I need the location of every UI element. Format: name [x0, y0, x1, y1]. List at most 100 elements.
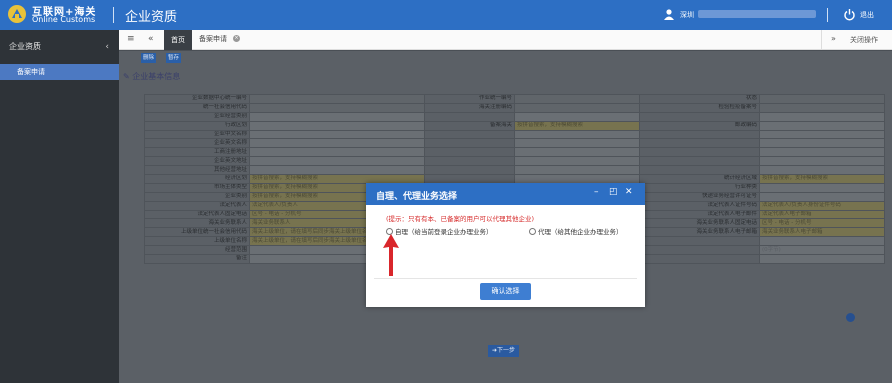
radio-icon[interactable] [529, 228, 536, 235]
field-label: 海关注册编码 [424, 102, 515, 113]
modal-header: 自理、代理业务选择 – ◰ ✕ [366, 183, 645, 205]
tab-close-icon[interactable]: × [233, 35, 240, 42]
field-input[interactable]: 区号 - 电话 - 分机号 [759, 218, 885, 229]
tab-home[interactable]: 首页 [164, 30, 192, 50]
field-input[interactable]: 法定代表人电子邮箱 [759, 209, 885, 220]
field-label: 经济区划 [144, 174, 250, 184]
field-label: 其他经营地址 [144, 165, 250, 176]
field-input[interactable] [514, 156, 640, 167]
field-input[interactable]: 按拼音搜索，支持模糊搜索 [514, 120, 640, 131]
edit-icon: ✎ [123, 72, 130, 81]
field-label [424, 111, 515, 122]
field-input[interactable] [759, 165, 885, 176]
tab-filing[interactable]: 备案申请 [199, 34, 227, 44]
field-input[interactable] [249, 138, 425, 149]
user-name[interactable]: 深圳 [680, 10, 694, 20]
field-input[interactable] [249, 94, 425, 104]
delete-button[interactable]: 删除 [141, 53, 157, 63]
field-label: 作业统一编号 [424, 94, 515, 104]
field-input[interactable] [249, 120, 425, 131]
field-input[interactable] [759, 156, 885, 167]
backward-icon[interactable]: « [148, 34, 154, 44]
modal-tip: (提示：只有有本、已备案的用户可以代理其他企业) [386, 215, 535, 223]
field-input[interactable] [759, 138, 885, 149]
field-label: 市场主体类型 [144, 182, 250, 193]
add-circle-icon[interactable] [846, 313, 855, 322]
customs-emblem-icon [8, 5, 26, 23]
power-icon[interactable] [843, 8, 856, 21]
field-label: 统计经济区域 [639, 174, 760, 184]
field-label [639, 111, 760, 122]
field-label: 海关业务联系人电子邮箱 [639, 227, 760, 238]
field-input[interactable] [514, 102, 640, 113]
field-input[interactable]: 海关业务联系人电子邮箱 [759, 227, 885, 238]
field-input[interactable] [514, 129, 640, 140]
app-title: 企业资质 [125, 10, 178, 25]
field-label: 检验检疫备案号 [639, 102, 760, 113]
tab-divider [821, 30, 822, 50]
modal-title: 自理、代理业务选择 [376, 192, 458, 202]
form-row: 企业经营类别 [144, 111, 885, 122]
field-input[interactable] [249, 129, 425, 140]
maximize-icon[interactable]: ◰ [609, 187, 618, 197]
field-input[interactable] [759, 147, 885, 158]
close-operations-menu[interactable]: 关闭操作 [850, 35, 878, 45]
field-label [639, 129, 760, 140]
field-label [639, 156, 760, 167]
field-input[interactable] [759, 236, 885, 247]
field-label: 工商注册地址 [144, 147, 250, 158]
field-label: 企业类别 [144, 191, 250, 202]
field-label [424, 165, 515, 176]
field-input[interactable]: 法定代表人/负责人身份证件号码 [759, 200, 885, 211]
field-input[interactable]: (0字节) [759, 245, 885, 256]
field-input[interactable] [514, 147, 640, 158]
field-input[interactable] [759, 182, 885, 193]
field-input[interactable] [514, 165, 640, 176]
menu-icon[interactable]: ≡ [127, 34, 135, 44]
field-input[interactable] [759, 191, 885, 202]
chevron-left-icon[interactable]: ‹ [105, 38, 109, 56]
logout-button[interactable]: 退出 [860, 10, 874, 20]
field-label [639, 147, 760, 158]
sidebar-item-filing[interactable]: 备案申请 [0, 64, 119, 80]
field-input[interactable] [759, 94, 885, 104]
field-label [639, 254, 760, 264]
next-step-button[interactable]: ➜下一步 [488, 345, 519, 357]
field-input[interactable] [249, 147, 425, 158]
field-input[interactable] [759, 102, 885, 113]
form-row: 企业中文名称 [144, 129, 885, 140]
form-row: 企业英文名称 [144, 138, 885, 149]
option-self-radio[interactable]: 自理（给当前登录企业办理业务） [386, 226, 493, 236]
field-input[interactable] [514, 94, 640, 104]
field-input[interactable] [514, 111, 640, 122]
minimize-icon[interactable]: – [594, 187, 599, 197]
field-label: 上级单位名称 [144, 236, 250, 247]
field-input[interactable] [514, 138, 640, 149]
user-name-redacted [698, 10, 816, 18]
sidebar: 企业资质 ‹ 备案申请 [0, 30, 119, 383]
field-input[interactable] [249, 111, 425, 122]
field-input[interactable] [759, 254, 885, 264]
modal-divider [374, 278, 637, 279]
save-draft-button[interactable]: 暂存 [166, 53, 182, 63]
tab-bar: ≡ « 首页 备案申请 × » 关闭操作 [119, 30, 892, 50]
close-icon[interactable]: ✕ [625, 187, 633, 197]
field-label: 海关业务联系人 [144, 218, 250, 229]
sidebar-section-header[interactable]: 企业资质 ‹ [0, 38, 119, 56]
business-type-modal: 自理、代理业务选择 – ◰ ✕ (提示：只有有本、已备案的用户可以代理其他企业)… [366, 183, 645, 307]
field-input[interactable] [249, 165, 425, 176]
field-input[interactable] [759, 111, 885, 122]
field-label [639, 138, 760, 149]
field-label: 海关业务联系人固定电话 [639, 218, 760, 229]
field-input[interactable] [759, 120, 885, 131]
forward-icon[interactable]: » [831, 34, 836, 43]
field-input[interactable] [759, 129, 885, 140]
option-agent-radio[interactable]: 代理（给其他企业办理业务） [529, 226, 623, 236]
form-row: 统一社会信用代码 海关注册编码 检验检疫备案号 [144, 102, 885, 113]
field-input[interactable] [249, 102, 425, 113]
confirm-selection-button[interactable]: 确认选择 [480, 283, 531, 300]
form-row: 企业数据中心统一编号 作业统一编号 状态 [144, 94, 885, 104]
field-input[interactable] [249, 156, 425, 167]
field-input[interactable]: 按拼音搜索，支持模糊搜索 [759, 174, 885, 184]
field-label: 统一社会信用代码 [144, 102, 250, 113]
